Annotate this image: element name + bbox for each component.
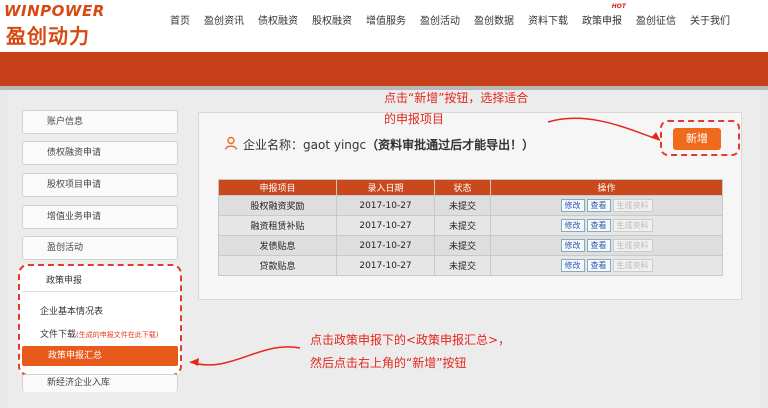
annotation-bottom-1: 点击政策申报下的<政策申报汇总>，: [310, 333, 511, 347]
annotation-bottom-2: 然后点击右上角的“新增”按钮: [310, 356, 467, 370]
arrow-head-add: [651, 132, 660, 140]
annotation-top-2: 的申报项目: [384, 112, 445, 126]
arrow-to-summary: [189, 346, 301, 366]
arrow-head-summary: [190, 358, 199, 366]
arrow-to-add-button: [547, 117, 661, 141]
annotation-top-1: 点击“新增”按钮，选择适合: [384, 91, 529, 105]
